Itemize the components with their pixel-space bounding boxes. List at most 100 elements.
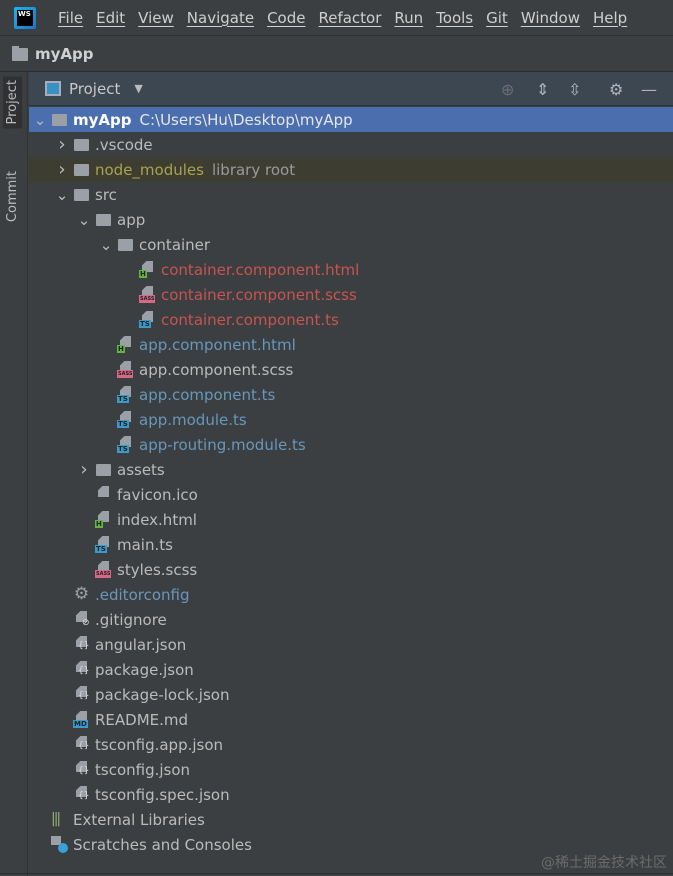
tree-item[interactable]: {} package.json [29, 657, 673, 682]
tree-item-label: styles.scss [117, 560, 198, 579]
json-file-icon: {} [73, 761, 90, 778]
breadcrumb-item-myapp[interactable]: myApp [35, 45, 94, 63]
tree-item[interactable]: TS app.module.ts [29, 407, 673, 432]
webstorm-logo-icon: WS [14, 6, 36, 29]
tree-item[interactable]: ||| External Libraries [29, 807, 673, 832]
tree-item[interactable]: Happ.component.html [29, 332, 673, 357]
project-view-icon [45, 81, 61, 96]
chevron-down-icon[interactable]: ⌄ [29, 111, 51, 129]
chevron-right-icon[interactable]: › [73, 459, 95, 480]
tree-item[interactable]: ⊘ .gitignore [29, 607, 673, 632]
panel-title[interactable]: Project [69, 80, 120, 98]
ts-file-icon: TS [117, 386, 134, 403]
json-file-icon: {} [73, 686, 90, 703]
tree-item-label: package-lock.json [95, 685, 230, 704]
tree-item[interactable]: ⌄ myApp C:\Users\Hu\Desktop\myApp [29, 107, 673, 132]
ts-file-icon: TS [117, 411, 134, 428]
tree-item[interactable]: ⌄ app [29, 207, 673, 232]
menu-code[interactable]: Code [267, 9, 305, 27]
ts-file-icon: TS [139, 311, 156, 328]
chevron-down-icon[interactable]: ⌄ [51, 186, 73, 204]
tree-item[interactable]: favicon.ico [29, 482, 673, 507]
ignore-file-icon: ⊘ [73, 611, 90, 628]
locate-icon[interactable]: ⊕ [501, 80, 514, 99]
tree-item-label: main.ts [117, 535, 173, 554]
tab-commit[interactable]: Commit [3, 167, 22, 226]
tab-project[interactable]: Project [3, 76, 22, 129]
folder-icon [73, 186, 90, 203]
tree-item-label: Scratches and Consoles [73, 835, 252, 854]
menu-file[interactable]: File [58, 9, 83, 27]
tree-item[interactable]: SASS app.component.scss [29, 357, 673, 382]
menu-view[interactable]: View [138, 9, 174, 27]
tree-item[interactable]: {} tsconfig.spec.json [29, 782, 673, 807]
chevron-right-icon[interactable]: › [51, 159, 73, 180]
breadcrumb: myApp [0, 37, 673, 72]
chevron-down-icon[interactable]: ▼ [134, 82, 142, 95]
tree-item-label: app [117, 210, 146, 229]
settings-file-icon: ⚙ [73, 584, 90, 604]
menu-run[interactable]: Run [394, 9, 423, 27]
tree-item-label: container.component.scss [161, 285, 357, 304]
json-file-icon: {} [73, 636, 90, 653]
tree-item-label: .vscode [95, 135, 153, 154]
tree-item[interactable]: TS app.component.ts [29, 382, 673, 407]
tree-item-label: tsconfig.app.json [95, 735, 224, 754]
folder-icon [95, 461, 112, 478]
tree-item[interactable]: TS app-routing.module.ts [29, 432, 673, 457]
tree-item[interactable]: {} tsconfig.json [29, 757, 673, 782]
menu-tools[interactable]: Tools [436, 9, 473, 27]
tree-item[interactable]: › .vscode [29, 132, 673, 157]
tree-item[interactable]: SASS styles.scss [29, 557, 673, 582]
folder-icon [95, 211, 112, 228]
collapse-all-icon[interactable]: ⇳ [568, 80, 581, 99]
scratches-icon [51, 836, 68, 853]
chevron-down-icon[interactable]: ⌄ [73, 211, 95, 229]
menu-refactor[interactable]: Refactor [318, 9, 381, 27]
tree-item[interactable]: ⌄ src [29, 182, 673, 207]
tree-item-hint: library root [211, 160, 296, 179]
tree-item[interactable]: TS container.component.ts [29, 307, 673, 332]
menu-window[interactable]: Window [521, 9, 580, 27]
tree-item[interactable]: ⌄ container [29, 232, 673, 257]
minimize-icon[interactable]: — [641, 80, 657, 99]
tree-item-label: app.module.ts [139, 410, 247, 429]
tree-item-label: favicon.ico [117, 485, 198, 504]
html-file-icon: H [139, 261, 156, 278]
expand-all-icon[interactable]: ⇕ [536, 80, 549, 99]
html-file-icon: H [95, 511, 112, 528]
gear-icon[interactable]: ⚙ [609, 80, 623, 99]
menu-edit[interactable]: Edit [96, 9, 125, 27]
tree-item[interactable]: Hindex.html [29, 507, 673, 532]
tree-item[interactable]: {} tsconfig.app.json [29, 732, 673, 757]
tree-item[interactable]: ⚙ .editorconfig [29, 582, 673, 607]
tree-item[interactable]: TS main.ts [29, 532, 673, 557]
tree-item[interactable]: › node_modules library root [29, 157, 673, 182]
tree-item-label: README.md [95, 710, 189, 729]
menu-bar: WS File Edit View Navigate Code Refactor Run To… [0, 0, 673, 36]
external-libraries-icon: ||| [51, 811, 61, 827]
file-file-icon [95, 486, 112, 503]
menu-help[interactable]: Help [593, 9, 627, 27]
tree-item-label: tsconfig.json [95, 760, 191, 779]
ts-file-icon: TS [117, 436, 134, 453]
tree-item[interactable]: SASS container.component.scss [29, 282, 673, 307]
json-file-icon: {} [73, 661, 90, 678]
tree-item[interactable]: Hcontainer.component.html [29, 257, 673, 282]
tree-item[interactable]: {} angular.json [29, 632, 673, 657]
menu-navigate[interactable]: Navigate [187, 9, 254, 27]
tree-item-label: myApp [73, 110, 132, 129]
tree-item[interactable]: MD README.md [29, 707, 673, 732]
tree-item-label: container.component.ts [161, 310, 339, 329]
html-file-icon: H [117, 336, 134, 353]
watermark: @稀土掘金技术社区 [541, 855, 667, 871]
tree-item-label: src [95, 185, 117, 204]
menu-git[interactable]: Git [486, 9, 508, 27]
folder-icon [117, 236, 134, 253]
tree-item-label: package.json [95, 660, 194, 679]
tree-item[interactable]: {} package-lock.json [29, 682, 673, 707]
tree-item[interactable]: › assets [29, 457, 673, 482]
chevron-down-icon[interactable]: ⌄ [95, 236, 117, 254]
md-file-icon: MD [73, 711, 90, 728]
chevron-right-icon[interactable]: › [51, 134, 73, 155]
